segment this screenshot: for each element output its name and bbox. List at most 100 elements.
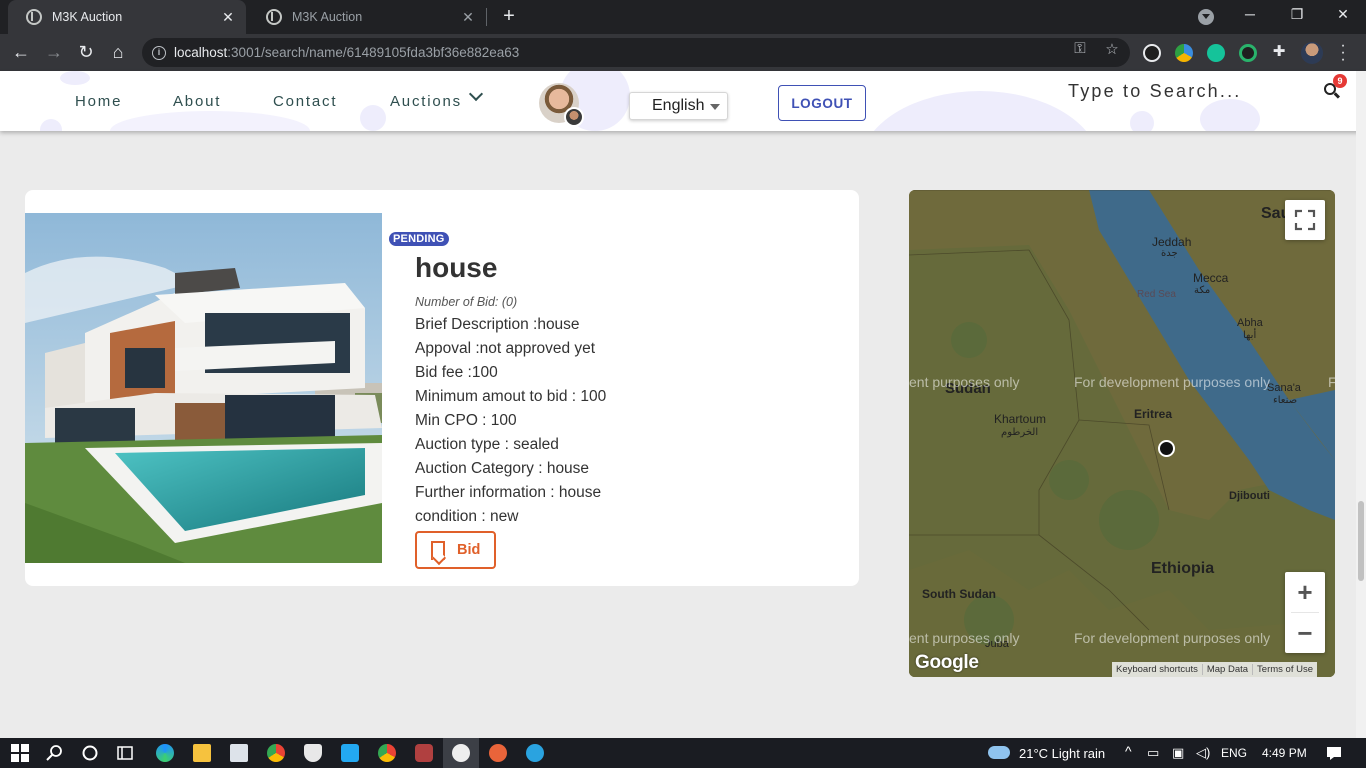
decor-blob bbox=[110, 111, 310, 131]
map-label-red-sea: Red Sea bbox=[1137, 289, 1176, 300]
mail-icon[interactable] bbox=[230, 744, 248, 762]
tab-title: M3K Auction bbox=[292, 10, 363, 24]
back-icon[interactable]: ← bbox=[8, 40, 34, 64]
language-indicator[interactable]: ENG bbox=[1221, 746, 1247, 760]
menu-icon[interactable]: · · · bbox=[1336, 38, 1350, 68]
location-map[interactable]: Sau ra Jeddah جدة Mecca مكة Red Sea Abha… bbox=[909, 190, 1335, 677]
status-badge: PENDING bbox=[389, 232, 449, 246]
address-bar[interactable]: i localhost:3001/search/name/61489105fda… bbox=[142, 38, 1130, 67]
windows-start-icon[interactable] bbox=[11, 744, 29, 762]
key-icon[interactable]: ⚿ bbox=[1071, 40, 1089, 57]
chrome-icon[interactable] bbox=[378, 744, 396, 762]
page-scrollbar[interactable] bbox=[1356, 71, 1366, 738]
bid-label: Bid bbox=[457, 542, 481, 558]
detail-min-cpo: Min CPO : 100 bbox=[415, 412, 517, 429]
detail-approval: Appoval :not approved yet bbox=[415, 340, 596, 357]
browser-toolbar: ← → ↻ ⌂ i localhost:3001/search/name/614… bbox=[0, 34, 1366, 71]
detail-description: Brief Description :house bbox=[415, 316, 580, 333]
fullscreen-icon bbox=[1294, 209, 1316, 231]
scroll-thumb[interactable] bbox=[1358, 501, 1364, 581]
tab-divider bbox=[486, 8, 487, 26]
clock[interactable]: 4:49 PM bbox=[1262, 746, 1307, 760]
caret-down-icon bbox=[710, 104, 720, 115]
nav-home[interactable]: Home bbox=[75, 93, 122, 110]
fullscreen-button[interactable] bbox=[1285, 200, 1325, 240]
terms-link[interactable]: Terms of Use bbox=[1252, 664, 1317, 675]
extension-w-icon[interactable] bbox=[1143, 44, 1161, 62]
minimize-icon[interactable]: ─ bbox=[1238, 6, 1262, 22]
zoom-controls: + − bbox=[1285, 572, 1325, 653]
shield-icon[interactable] bbox=[304, 744, 322, 762]
site-header: Home About Contact Auctions English LOGO… bbox=[0, 71, 1362, 131]
map-label-sanaa-ar: صنعاء bbox=[1273, 395, 1298, 406]
tab-active[interactable]: M3K Auction ✕ bbox=[8, 0, 246, 34]
map-label-sanaa: Sana'a bbox=[1267, 382, 1301, 394]
detail-auction-type: Auction type : sealed bbox=[415, 436, 559, 453]
map-label-jeddah-ar: جدة bbox=[1161, 248, 1178, 259]
grammarly-icon[interactable] bbox=[1207, 44, 1225, 62]
restore-icon[interactable]: ❐ bbox=[1285, 6, 1309, 23]
forward-icon[interactable]: → bbox=[41, 40, 67, 64]
site-info-icon[interactable]: i bbox=[152, 45, 166, 60]
puzzle-icon[interactable]: ✚ bbox=[1270, 42, 1288, 60]
dev-watermark: F bbox=[1328, 374, 1335, 390]
nav-auctions[interactable]: Auctions bbox=[390, 93, 462, 110]
notification-badge: 9 bbox=[1333, 74, 1347, 88]
star-icon[interactable]: ☆ bbox=[1103, 40, 1121, 58]
app-icon[interactable] bbox=[489, 744, 507, 762]
bid-button[interactable]: Bid bbox=[415, 531, 496, 569]
file-explorer-icon[interactable] bbox=[193, 744, 211, 762]
chevron-down-icon[interactable] bbox=[468, 86, 484, 102]
app-icon[interactable] bbox=[452, 744, 470, 762]
extension-ring-icon[interactable] bbox=[1239, 44, 1257, 62]
map-footer: Keyboard shortcuts Map Data Terms of Use bbox=[1112, 662, 1318, 677]
keyboard-shortcuts-link[interactable]: Keyboard shortcuts bbox=[1112, 664, 1202, 675]
extension-color-icon[interactable] bbox=[1175, 44, 1193, 62]
search-icon[interactable] bbox=[46, 744, 64, 762]
bookmark-icon bbox=[431, 540, 445, 560]
weather-text[interactable]: 21°C Light rain bbox=[1019, 746, 1105, 761]
close-icon[interactable]: ✕ bbox=[460, 9, 476, 26]
app-icon[interactable] bbox=[415, 744, 433, 762]
tab-inactive[interactable]: M3K Auction ✕ bbox=[248, 0, 486, 34]
globe-icon bbox=[26, 9, 42, 25]
window-close-icon[interactable]: ✕ bbox=[1331, 6, 1355, 23]
telegram-icon[interactable] bbox=[526, 744, 544, 762]
detail-bid-fee: Bid fee :100 bbox=[415, 364, 498, 381]
decor-blob bbox=[40, 119, 62, 131]
chevron-up-icon[interactable]: ^ bbox=[1125, 743, 1132, 759]
dev-watermark: For development purposes only bbox=[1074, 374, 1271, 390]
map-label-mecca-ar: مكة bbox=[1194, 285, 1211, 296]
new-tab-icon[interactable]: + bbox=[498, 5, 520, 28]
cortana-icon[interactable] bbox=[81, 744, 99, 762]
language-select[interactable]: English bbox=[629, 92, 728, 120]
profile-avatar[interactable] bbox=[1301, 42, 1323, 64]
close-icon[interactable]: ✕ bbox=[220, 9, 236, 26]
decor-blob bbox=[860, 91, 1100, 131]
home-icon[interactable]: ⌂ bbox=[105, 40, 131, 64]
chrome-icon[interactable] bbox=[267, 744, 285, 762]
detail-further-info: Further information : house bbox=[415, 484, 602, 501]
reload-icon[interactable]: ↻ bbox=[73, 40, 99, 64]
dev-watermark: ent purposes only bbox=[909, 630, 1020, 646]
vscode-icon[interactable] bbox=[341, 744, 359, 762]
zoom-in-button[interactable]: + bbox=[1285, 572, 1325, 612]
edge-icon[interactable] bbox=[156, 744, 174, 762]
detail-minimum-amount: Minimum amout to bid : 100 bbox=[415, 388, 607, 405]
network-icon[interactable]: ▣ bbox=[1172, 745, 1184, 761]
notifications-icon[interactable] bbox=[1325, 744, 1343, 762]
windows-taskbar: 21°C Light rain ^ ▭ ▣ ◁) ENG 4:49 PM bbox=[0, 738, 1366, 768]
task-view-icon[interactable] bbox=[116, 744, 134, 762]
weather-icon[interactable] bbox=[988, 746, 1010, 759]
logout-button[interactable]: LOGOUT bbox=[778, 85, 866, 121]
location-marker[interactable] bbox=[1158, 440, 1175, 457]
volume-icon[interactable]: ◁) bbox=[1196, 745, 1210, 761]
battery-icon[interactable]: ▭ bbox=[1147, 745, 1159, 761]
zoom-out-button[interactable]: − bbox=[1285, 613, 1325, 653]
house-photo bbox=[25, 213, 382, 563]
nav-about[interactable]: About bbox=[173, 93, 221, 110]
map-data-link[interactable]: Map Data bbox=[1201, 664, 1252, 675]
tab-search-icon[interactable] bbox=[1198, 9, 1214, 25]
nav-contact[interactable]: Contact bbox=[273, 93, 337, 110]
search-input[interactable] bbox=[1068, 77, 1308, 105]
